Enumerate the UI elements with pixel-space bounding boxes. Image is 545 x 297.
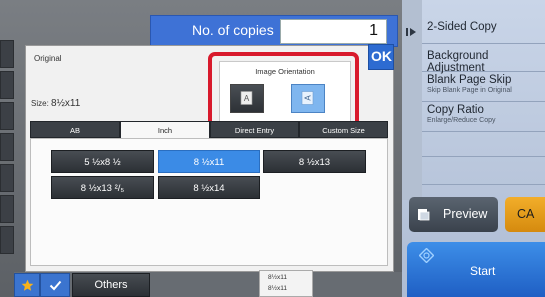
paper-tray-indicator: 8½x11 8½x11 [259,270,313,297]
copies-value: 1 [369,22,378,39]
orientation-highlight-frame [208,52,359,128]
star-icon [21,279,34,291]
left-edge-tabs [0,40,14,270]
tab-ab[interactable]: AB [30,121,120,138]
left-tab[interactable] [0,164,14,192]
checkmark-icon [49,280,62,291]
left-tab[interactable] [0,226,14,254]
copies-bar: No. of copies 1 [150,15,398,47]
tab-inch[interactable]: Inch [120,121,210,138]
size-options-panel: 5 ½x8 ½ 8 ½x11 8 ½x13 8 ½x13 ²/₅ 8 ½x14 [30,138,388,266]
favorites-button[interactable] [14,273,40,297]
size-value: 8½x11 [51,98,81,109]
check-button[interactable] [40,273,70,297]
preview-button[interactable]: Preview [409,197,498,232]
menu-item-title: Blank Page Skip [427,74,512,86]
clear-all-button[interactable]: CA [505,197,545,232]
size-8-5x13-4-button[interactable]: 8 ½x13 ²/₅ [51,176,154,199]
start-diamond-icon [419,248,434,263]
size-tabs: AB Inch Direct Entry Custom Size [30,121,388,138]
menu-item-title: Background Adjustment [427,50,489,74]
copies-input[interactable]: 1 [280,19,387,44]
dialog-title: Original [34,54,62,63]
size-8-5x13-button[interactable]: 8 ½x13 [263,150,366,173]
left-tab[interactable] [0,40,14,68]
size-label: Size: [31,99,49,108]
others-button[interactable]: Others [72,273,150,297]
left-tab[interactable] [0,102,14,130]
ok-label: OK [371,48,392,64]
left-tab[interactable] [0,195,14,223]
preview-label: Preview [443,207,488,221]
copies-label: No. of copies [192,22,274,38]
menu-item-2-sided-copy[interactable]: 2-Sided Copy [422,13,545,44]
menu-item-blank-page-skip[interactable]: Blank Page Skip Skip Blank Page in Origi… [422,71,545,102]
tray-size-1: 8½x11 [268,274,288,281]
tab-direct-entry[interactable]: Direct Entry [210,121,299,138]
menu-item-subtitle: Skip Blank Page in Original [427,87,512,94]
menu-item-empty [422,131,545,157]
ok-button[interactable]: OK [368,44,394,70]
clear-all-label: CA [517,207,535,221]
preview-icon [418,209,430,221]
tray-size-2: 8½x11 [268,285,288,292]
size-5-5x8-5-button[interactable]: 5 ½x8 ½ [51,150,154,173]
menu-item-title: Copy Ratio [427,104,484,116]
menu-item-subtitle: Enlarge/Reduce Copy [427,117,496,124]
expand-panel-icon[interactable] [406,27,416,37]
size-8-5x11-button[interactable]: 8 ½x11 [158,150,260,173]
menu-item-title: 2-Sided Copy [427,21,497,33]
menu-item-background-adjustment[interactable]: Background Adjustment [422,43,545,74]
left-tab[interactable] [0,71,14,99]
tab-custom-size[interactable]: Custom Size [299,121,388,138]
menu-item-empty [422,156,545,185]
left-tab[interactable] [0,133,14,161]
start-button[interactable]: Start [407,242,545,297]
start-label: Start [470,264,496,278]
others-label: Others [94,279,128,291]
size-8-5x14-button[interactable]: 8 ½x14 [158,176,260,199]
menu-item-copy-ratio[interactable]: Copy Ratio Enlarge/Reduce Copy [422,101,545,132]
size-readout: Size: 8½x11 [31,98,80,109]
